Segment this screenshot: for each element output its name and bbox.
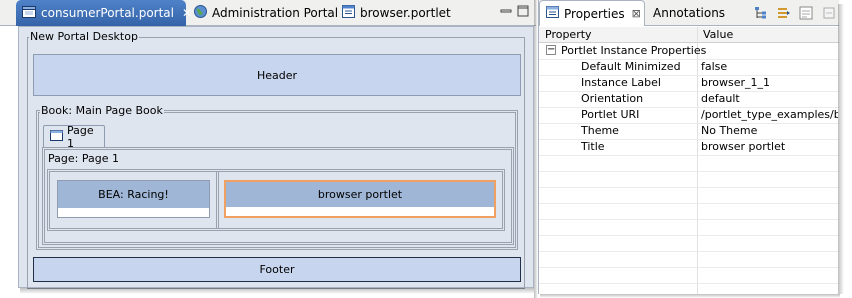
globe-icon [194,5,207,21]
property-name: Title [581,140,605,153]
property-name: Orientation [581,92,644,105]
property-group-row[interactable]: − Portlet Instance Properties [539,43,838,59]
footer-region[interactable]: Footer [33,257,521,282]
properties-bottom-shadow [540,294,840,298]
editor-tab-bar: consumerPortal.portal ✕ Administration P… [0,0,536,26]
tab-properties[interactable]: Properties ⊠ [539,0,645,26]
tab-browser-portlet[interactable]: browser.portlet [336,0,466,26]
property-row-instance-label[interactable]: Instance Label browser_1_1 [539,75,838,91]
advanced-properties-icon[interactable] [799,6,813,20]
property-value[interactable]: No Theme [701,124,757,137]
editor-pane: consumerPortal.portal ✕ Administration P… [0,0,536,298]
portal-file-icon [22,5,36,21]
tab-label: consumerPortal.portal [41,6,174,20]
properties-tab-bar: Properties ⊠ Annotations [539,0,839,26]
header-label: Header [256,68,298,82]
property-name: Theme [581,124,619,137]
property-value[interactable]: default [701,92,740,105]
page-icon [50,129,63,144]
column-header-value[interactable]: Value [703,28,733,41]
tab-label: Annotations [653,6,726,20]
layout-column-divider [216,172,219,228]
portlet-bea-racing[interactable]: BEA: Racing! [57,180,210,218]
editor-bottom-shadow [20,288,534,294]
header-region[interactable]: Header [33,54,521,96]
properties-pane: Properties ⊠ Annotations Property Value [538,0,839,294]
book-title: Book: Main Page Book [40,104,164,117]
property-row-title[interactable]: Title browser portlet [539,139,838,155]
portlet-browser[interactable]: browser portlet [224,180,496,218]
group-label: Portlet Instance Properties [561,44,707,57]
portlet-title: browser portlet [317,188,403,201]
tree-view-icon[interactable] [754,6,768,20]
tab-label: Administration Portal [212,6,339,20]
desktop-title: New Portal Desktop [29,30,139,43]
show-categories-icon[interactable] [777,6,791,20]
tab-page-1[interactable]: Page 1 [43,123,105,150]
properties-column-header: Property Value [539,27,839,43]
property-name: Default Minimized [581,60,681,73]
property-row-theme[interactable]: Theme No Theme [539,123,838,139]
maximize-icon[interactable] [517,5,529,17]
tab-consumer-portal[interactable]: consumerPortal.portal ✕ [16,0,192,26]
tab-label: Properties [564,6,625,21]
portlet-file-icon [342,5,355,21]
property-row-orientation[interactable]: Orientation default [539,91,838,107]
minimize-icon[interactable] [500,5,512,17]
tab-label: Page 1 [67,123,94,150]
page-title: Page: Page 1 [47,152,120,165]
portlet-title-bar: BEA: Racing! [58,181,209,208]
restore-default-icon[interactable] [822,6,836,20]
property-name: Portlet URI [581,108,640,121]
tab-administration-portal[interactable]: Administration Portal [188,0,338,26]
column-header-property[interactable]: Property [545,28,592,41]
property-value[interactable]: browser portlet [701,140,785,153]
property-name: Instance Label [581,76,661,89]
portal-canvas: New Portal Desktop Header Book: Main Pag… [18,26,534,289]
portlet-title-bar: browser portlet [226,182,494,207]
tab-annotations[interactable]: Annotations [647,0,725,26]
property-row-default-minimized[interactable]: Default Minimized false [539,59,838,75]
properties-right-shadow [838,4,844,294]
portlet-title: BEA: Racing! [98,188,169,201]
properties-icon [546,6,559,21]
property-row-portlet-uri[interactable]: Portlet URI /portlet_type_examples/bro [539,107,838,123]
property-value[interactable]: false [701,60,727,73]
property-value[interactable]: browser_1_1 [701,76,770,89]
collapse-toggle-icon[interactable]: − [546,45,556,55]
tab-label: browser.portlet [360,6,451,20]
close-icon[interactable]: ⊠ [632,7,641,20]
footer-label: Footer [259,263,295,276]
property-value[interactable]: /portlet_type_examples/bro [701,108,838,121]
